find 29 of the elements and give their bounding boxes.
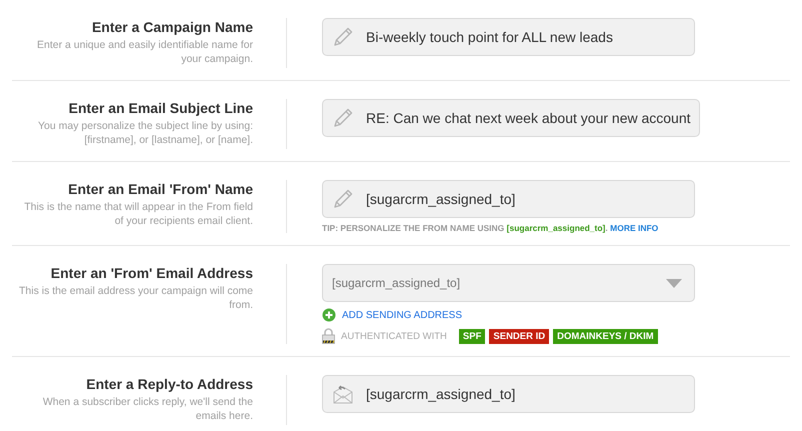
field-label: Enter an Email Subject Line	[68, 99, 253, 117]
field-description: When a subscriber clicks reply, we'll send the emails here.	[42, 395, 253, 423]
tip-text: TIP: PERSONALIZE THE FROM NAME USING [sugarcrm_assigned_to]. MORE INFO	[322, 223, 660, 233]
add-icon	[322, 308, 336, 322]
authenticated-with-label: AUTHENTICATED WITH	[341, 330, 447, 342]
auth-badge: DOMAINKEYS / DKIM	[553, 328, 658, 344]
field-label: Enter a Reply-to Address	[85, 375, 253, 393]
auth-badge: SENDER ID	[489, 328, 550, 344]
envelope-icon	[332, 383, 354, 405]
field-description: You may personalize the subject line by using: [firstname], or [lastname], or [name].	[37, 119, 253, 147]
padlock-icon	[322, 328, 335, 344]
add-sending-address-link[interactable]: ADD SENDING ADDRESS	[342, 310, 462, 320]
field-description: This is the email address your campaign will come from.	[18, 284, 253, 312]
field-description: Enter a unique and easily identifiable name for your campaign.	[36, 38, 253, 66]
dropdown[interactable]: [sugarcrm_assigned_to]	[322, 264, 695, 302]
field-label: Enter an 'From' Email Address	[50, 264, 253, 282]
pencil-icon	[332, 26, 354, 48]
input-field[interactable]: [sugarcrm_assigned_to]	[322, 180, 695, 218]
field-label: Enter a Campaign Name	[90, 18, 253, 36]
input-field[interactable]: RE: Can we chat next week about your new account	[322, 99, 700, 137]
more-info-link[interactable]: MORE INFO	[610, 223, 658, 233]
field-description: This is the name that will appear in the From field of your recipients email client.	[23, 200, 253, 228]
pencil-icon	[332, 107, 354, 129]
pencil-icon	[332, 188, 354, 210]
auth-badge: SPF	[458, 328, 486, 344]
dropdown-arrow-icon	[666, 278, 682, 288]
input-field[interactable]: [sugarcrm_assigned_to]	[322, 375, 695, 413]
input-field[interactable]: Bi-weekly touch point for ALL new leads	[322, 18, 695, 56]
field-label: Enter an Email 'From' Name	[67, 180, 253, 198]
